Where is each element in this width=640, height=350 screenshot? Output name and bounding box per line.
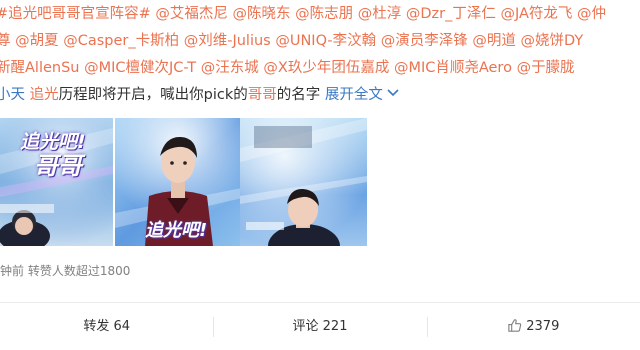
- mention-link[interactable]: 小天: [0, 87, 30, 103]
- mention-link[interactable]: @演员李泽锋: [381, 33, 468, 49]
- post-body-text: 的名字: [276, 87, 325, 103]
- mention-link[interactable]: @仲: [577, 6, 606, 22]
- mention-link[interactable]: @汪东城: [201, 60, 259, 76]
- thumbs-up-icon: [507, 318, 522, 342]
- expand-full-text-link[interactable]: 展开全文: [325, 87, 400, 103]
- post-line-1: #追光吧哥哥官宣阵容# @艾福杰尼 @陈晓东 @陈志朋 @杜淳 @Dzr_丁泽仁…: [0, 0, 640, 27]
- mention-link[interactable]: @Dzr_丁泽仁: [406, 6, 496, 22]
- post-text: #追光吧哥哥官宣阵容# @艾福杰尼 @陈晓东 @陈志朋 @杜淳 @Dzr_丁泽仁…: [0, 0, 640, 108]
- mention-link[interactable]: @陈晓东: [233, 6, 291, 22]
- mention-link[interactable]: 新醒AllenSu: [0, 60, 79, 76]
- mention-link[interactable]: @Casper_卡斯柏: [63, 33, 179, 49]
- keyword-link[interactable]: 追光: [30, 87, 59, 103]
- repost-label: 转发 64: [83, 319, 130, 334]
- post-image[interactable]: [240, 118, 367, 246]
- post-image[interactable]: 追光吧!: [115, 118, 242, 246]
- mention-link[interactable]: @X玖少年团伍嘉成: [263, 60, 389, 76]
- mention-link[interactable]: @MIC肖顺尧Aero: [394, 60, 512, 76]
- mention-link[interactable]: @JA符龙飞: [500, 6, 572, 22]
- post-line-3: 新醒AllenSu @MIC檀健次JC-T @汪东城 @X玖少年团伍嘉成 @MI…: [0, 54, 640, 81]
- post-line-2: 尊 @胡夏 @Casper_卡斯柏 @刘维-Julius @UNIQ-李汶翰 @…: [0, 27, 640, 54]
- comment-label: 评论 221: [292, 319, 348, 334]
- mention-link[interactable]: @刘维-Julius: [184, 33, 271, 49]
- image-title: 追光吧!: [145, 220, 208, 241]
- keyword-link[interactable]: 哥哥: [248, 87, 277, 103]
- chevron-down-icon: [383, 87, 400, 103]
- topic-link[interactable]: #追光吧哥哥官宣阵容#: [0, 6, 151, 22]
- mention-link[interactable]: 尊: [0, 33, 11, 49]
- mention-link[interactable]: @UNIQ-李汶翰: [275, 33, 376, 49]
- repost-button[interactable]: 转发 64: [0, 315, 213, 339]
- post-meta: 钟前 转赞人数超过1800: [0, 264, 131, 278]
- like-button[interactable]: 2379: [426, 315, 640, 342]
- mention-link[interactable]: @杜淳: [358, 6, 402, 22]
- mention-link[interactable]: @胡夏: [15, 33, 59, 49]
- mention-link[interactable]: @明道: [472, 33, 516, 49]
- comment-button[interactable]: 评论 221: [213, 315, 426, 339]
- image-title: 追光吧!: [20, 131, 86, 153]
- mention-link[interactable]: @陈志朋: [295, 6, 353, 22]
- post-image[interactable]: 追光吧! 哥哥: [0, 118, 113, 246]
- post-line-4: 小天 追光历程即将开启，喊出你pick的哥哥的名字 展开全文: [0, 81, 640, 108]
- like-count: 2379: [526, 319, 560, 334]
- action-bar: 转发 64 评论 221 2379: [0, 302, 640, 350]
- mention-link[interactable]: @MIC檀健次JC-T: [84, 60, 196, 76]
- mention-link[interactable]: @于朦胧: [517, 60, 575, 76]
- mention-link[interactable]: @娆饼DY: [520, 33, 583, 49]
- image-subtitle: 哥哥: [34, 152, 82, 180]
- mention-link[interactable]: @艾福杰尼: [155, 6, 228, 22]
- expand-label: 展开全文: [324, 87, 383, 103]
- post-body-text: 历程即将开启，喊出你pick的: [58, 87, 248, 103]
- weibo-post: #追光吧哥哥官宣阵容# @艾福杰尼 @陈晓东 @陈志朋 @杜淳 @Dzr_丁泽仁…: [0, 0, 640, 350]
